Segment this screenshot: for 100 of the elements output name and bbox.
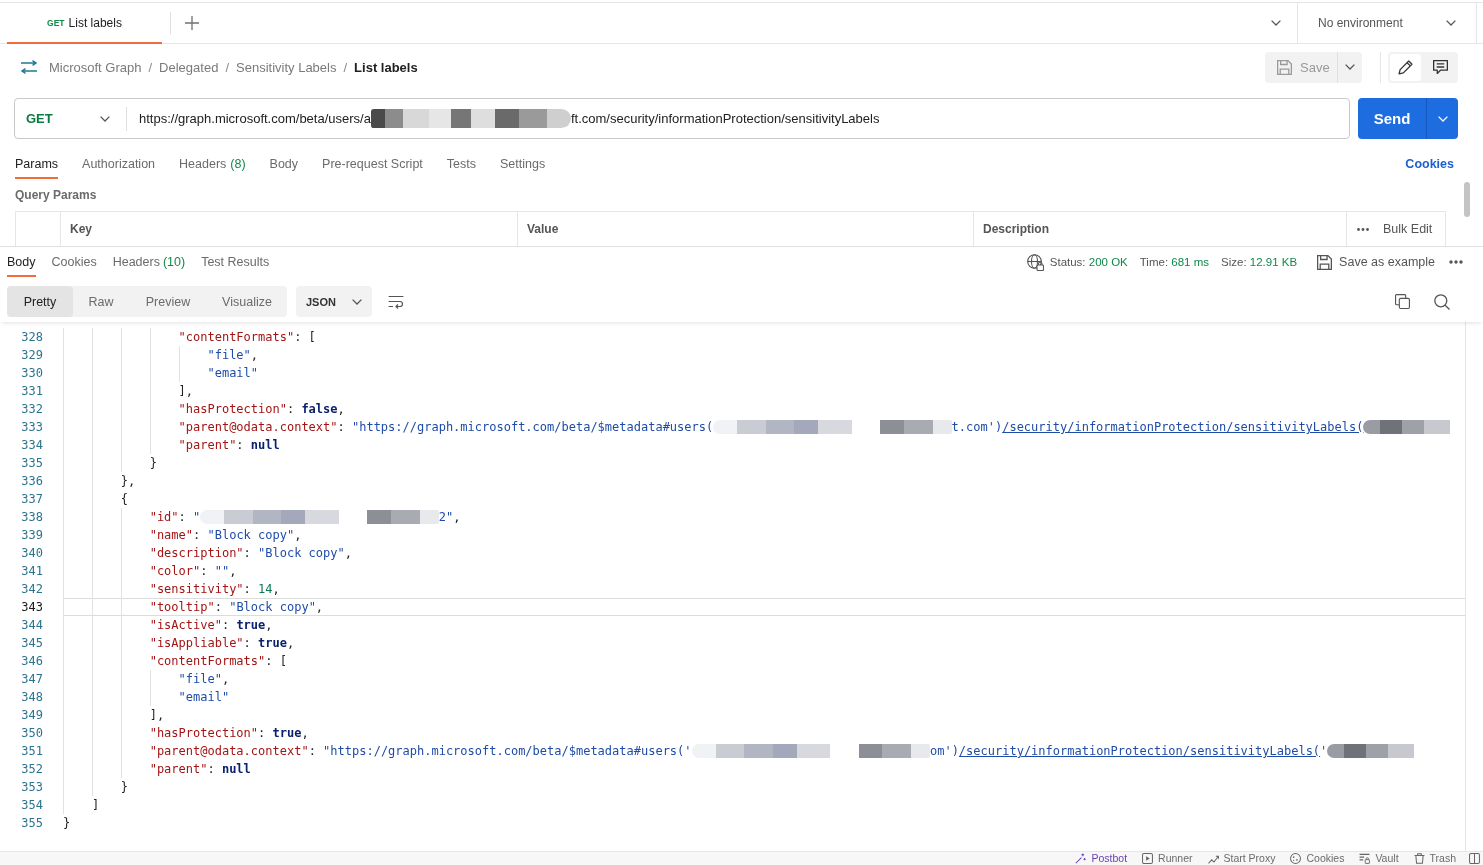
plus-icon	[185, 16, 199, 30]
line-number: 348	[20, 689, 43, 706]
code-text: }	[120, 779, 128, 796]
code-text: t.com')/security/informationProtection/sensitivityLabels(	[951, 419, 1364, 436]
line-number: 355	[20, 815, 43, 832]
column-header: Key	[60, 212, 517, 246]
response-tab[interactable]: Body	[7, 247, 36, 277]
document-tab[interactable]: GET List labels	[7, 3, 162, 44]
code-text: "hasProtection": false,	[178, 401, 345, 418]
chevron-down-icon	[100, 115, 110, 122]
response-stat: Status: 200 OK	[1049, 256, 1128, 268]
status-bar-item[interactable]: Vault	[1359, 852, 1399, 865]
bulk-edit-link[interactable]: Bulk Edit	[1357, 222, 1433, 236]
code-text: ],	[178, 383, 193, 400]
response-tab[interactable]: Headers (10)	[112, 247, 186, 277]
more-icon	[1449, 260, 1463, 264]
request-tab[interactable]: Settings	[500, 148, 546, 179]
code-text: om')/security/informationProtection/sensitivityLabels('	[929, 743, 1328, 760]
view-mode-tab[interactable]: Raw	[73, 286, 129, 317]
send-button[interactable]: Send	[1358, 98, 1426, 139]
line-number: 345	[20, 635, 43, 652]
response-stat: Size: 12.91 KB	[1221, 256, 1298, 268]
search-button[interactable]	[1434, 293, 1450, 310]
breadcrumb-item[interactable]: Delegated	[159, 59, 219, 75]
wrap-lines-icon	[388, 294, 404, 309]
code-text: "contentFormats": [	[149, 653, 287, 670]
wrap-lines-button[interactable]	[388, 294, 404, 309]
line-number: 344	[20, 617, 43, 634]
line-number: 353	[20, 779, 43, 796]
code-text: "isAppliable": true,	[149, 635, 295, 652]
copy-button[interactable]	[1395, 294, 1410, 309]
format-dropdown[interactable]: JSON	[296, 286, 372, 317]
code-text: "sensitivity": 14,	[149, 581, 280, 598]
code-text: "hasProtection": true,	[149, 725, 309, 742]
line-number: 339	[20, 527, 43, 544]
line-number: 332	[20, 401, 43, 418]
request-tab[interactable]: Body	[269, 148, 299, 179]
method-dropdown[interactable]: GET	[15, 99, 126, 138]
globe-lock-icon	[1026, 253, 1044, 271]
status-bar-item[interactable]: Runner	[1142, 852, 1193, 865]
code-text: ],	[149, 707, 165, 724]
line-number: 346	[20, 653, 43, 670]
line-number: 341	[20, 563, 43, 580]
comment-icon	[1433, 60, 1448, 74]
environment-dropdown[interactable]: No environment	[1297, 3, 1477, 43]
response-stat: Time: 681 ms	[1139, 256, 1209, 268]
breadcrumb-item[interactable]: List labels	[354, 59, 418, 75]
more-icon	[1357, 227, 1369, 231]
code-text: }	[149, 455, 157, 472]
line-number: 340	[20, 545, 43, 562]
code-text: "description": "Block copy",	[149, 545, 352, 562]
code-text: "name": "Block copy",	[149, 527, 302, 544]
breadcrumb-item[interactable]: Sensitivity Labels	[236, 59, 337, 75]
line-number: 330	[20, 365, 43, 382]
status-bar-item[interactable]: Postbot	[1075, 852, 1128, 865]
view-mode-tab[interactable]: Pretty	[7, 286, 73, 317]
scrollbar-thumb[interactable]	[1464, 182, 1470, 217]
line-number: 351	[20, 743, 43, 760]
status-bar-item[interactable]: Start Proxy	[1207, 852, 1276, 865]
line-number: 349	[20, 707, 43, 724]
chevron-down-icon	[1446, 20, 1456, 26]
breadcrumb-item[interactable]: Microsoft Graph	[49, 59, 142, 75]
chevron-down-icon	[1271, 20, 1281, 26]
breadcrumb-separator: /	[224, 59, 230, 75]
line-number: 354	[20, 797, 43, 814]
view-mode-tab[interactable]: Preview	[129, 286, 207, 317]
edit-button[interactable]	[1390, 53, 1421, 81]
code-text: "isActive": true,	[149, 617, 273, 634]
status-bar-item[interactable]: Trash	[1413, 852, 1456, 865]
link[interactable]: /security/informationProtection/sensitivityLabels(	[1002, 420, 1364, 434]
line-number: 331	[20, 383, 43, 400]
breadcrumb-separator: /	[147, 59, 154, 75]
line-number: 336	[20, 473, 43, 490]
status-bar-item[interactable]: Cookies	[1290, 852, 1345, 865]
request-tab[interactable]: Params	[15, 148, 59, 179]
save-example-link[interactable]: Save as example	[1317, 247, 1435, 277]
url-field[interactable]: https://graph.microsoft.com/beta/users/a ft.com/security/informationProtection/sensitivityLabels	[127, 99, 1349, 138]
line-number: 347	[20, 671, 43, 688]
view-mode-tab[interactable]: Visualize	[207, 286, 287, 317]
link[interactable]: /security/informationProtection/sensitivityLabels(	[958, 744, 1321, 758]
layout-icon	[1469, 853, 1480, 864]
save-icon	[1317, 254, 1333, 270]
play-icon	[1142, 853, 1154, 864]
response-tab[interactable]: Test Results	[201, 247, 270, 277]
request-tab[interactable]: Authorization	[82, 148, 156, 179]
response-tab[interactable]: Cookies	[51, 247, 97, 277]
line-number: 337	[20, 491, 43, 508]
line-number: 335	[20, 455, 43, 472]
request-tab[interactable]: Headers (8)	[179, 148, 246, 179]
send-menu-button[interactable]	[1426, 98, 1458, 139]
code-text: 2",	[438, 509, 461, 526]
line-number: 352	[20, 761, 43, 778]
code-text: "file",	[178, 671, 230, 688]
code-text: "file",	[207, 347, 259, 364]
request-tab[interactable]: Tests	[446, 148, 476, 179]
line-number: 342	[20, 581, 43, 598]
request-tab[interactable]: Pre-request Script	[322, 148, 423, 179]
code-text: },	[120, 473, 136, 490]
swap-arrows-icon	[20, 60, 38, 74]
cookies-link[interactable]: Cookies	[1405, 148, 1454, 179]
